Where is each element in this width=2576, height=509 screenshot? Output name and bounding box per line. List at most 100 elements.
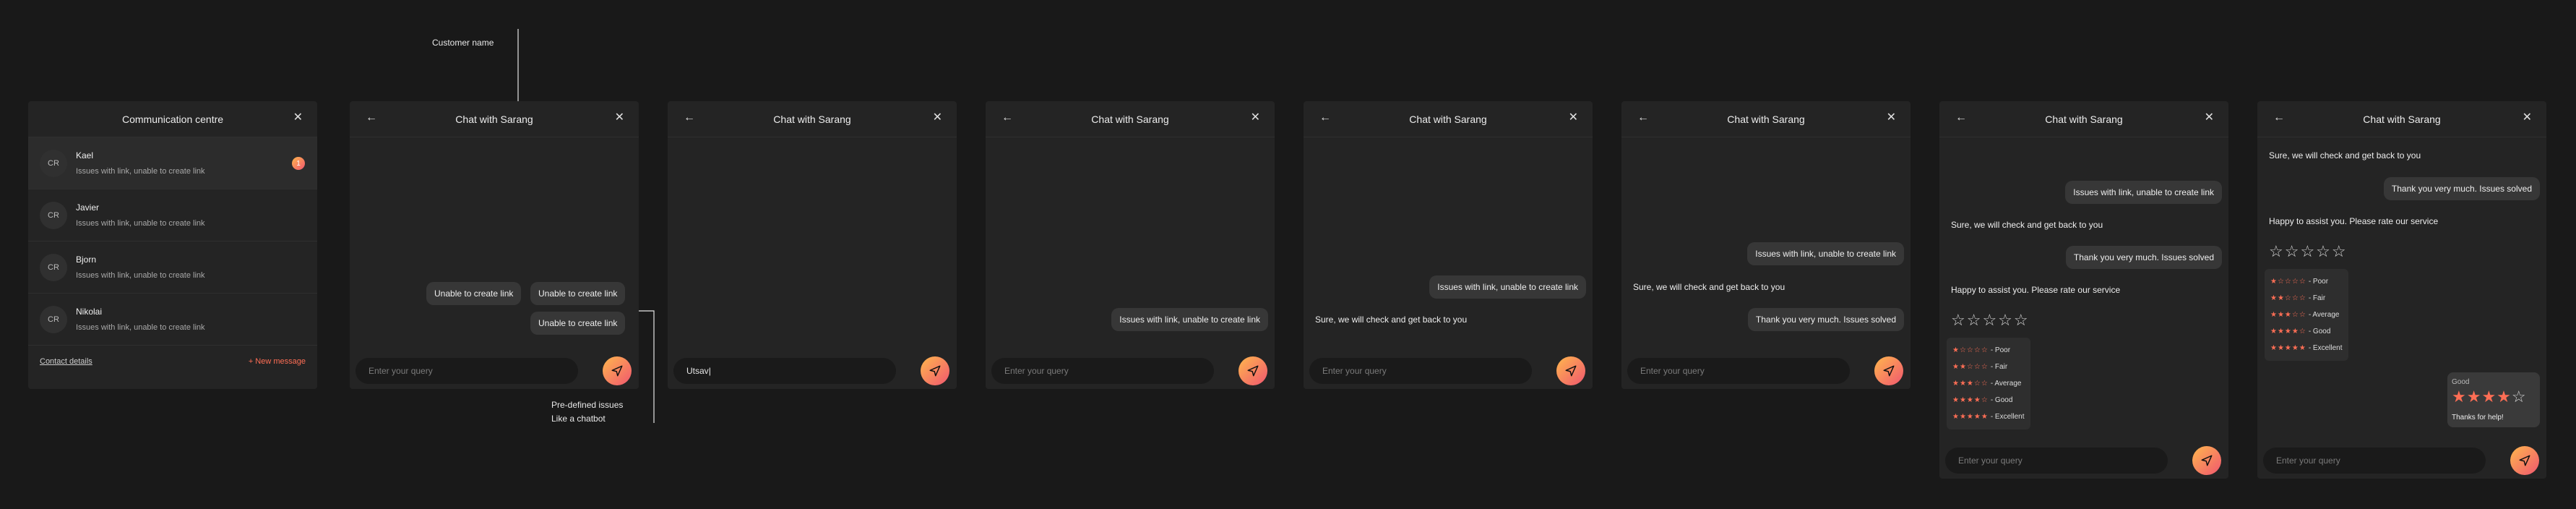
- close-icon[interactable]: ✕: [615, 110, 624, 124]
- rating-label: - Excellent: [2308, 344, 2343, 352]
- contact-row-bjorn[interactable]: CR Bjorn Issues with link, unable to cre…: [28, 241, 317, 294]
- close-icon[interactable]: ✕: [2523, 110, 2532, 124]
- send-icon: [2201, 455, 2213, 466]
- contact-details-link[interactable]: Contact details: [40, 357, 92, 366]
- query-input[interactable]: Enter your query: [1627, 358, 1850, 384]
- chat-footer: Enter your query: [1304, 353, 1593, 389]
- close-icon[interactable]: ✕: [933, 110, 942, 124]
- predefined-option[interactable]: Unable to create link: [530, 282, 626, 305]
- rating-label: - Excellent: [1990, 413, 2025, 421]
- back-arrow-icon[interactable]: ←: [1955, 111, 1967, 124]
- rating-label: - Good: [1990, 396, 2013, 404]
- contact-row-kael[interactable]: CR Kael Issues with link, unable to crea…: [28, 137, 317, 189]
- send-button[interactable]: [921, 356, 949, 385]
- contact-list: CR Kael Issues with link, unable to crea…: [28, 137, 317, 346]
- close-icon[interactable]: ✕: [1887, 110, 1896, 124]
- contact-row-javier[interactable]: CR Javier Issues with link, unable to cr…: [28, 189, 317, 241]
- query-input[interactable]: Enter your query: [1945, 448, 2168, 474]
- chat-panel-reply: ← Chat with Sarang ✕ Issues with link, u…: [1304, 101, 1593, 389]
- chat-footer: Enter your query: [986, 353, 1275, 389]
- chat-footer: Enter your query: [1621, 353, 1911, 389]
- query-input[interactable]: Utsav |: [673, 358, 896, 384]
- rating-option-4[interactable]: ★★★★☆ - Good: [1952, 392, 2025, 409]
- query-input[interactable]: Enter your query: [2263, 448, 2486, 474]
- rating-response-card: Good ★★★★☆ Thanks for help!: [2447, 372, 2540, 427]
- send-icon: [929, 365, 941, 377]
- communication-centre-panel: Communication centre ✕ CR Kael Issues wi…: [28, 101, 317, 389]
- send-button[interactable]: [2510, 446, 2539, 475]
- chat-panel-solved: ← Chat with Sarang ✕ Issues with link, u…: [1621, 101, 1911, 389]
- agent-message: Happy to assist you. Please rate our ser…: [1951, 285, 2121, 295]
- chat-body: Sure, we will check and get back to you …: [2257, 137, 2546, 442]
- canvas: Customer name Pre-defined issues Like a …: [0, 0, 2576, 509]
- rating-option-3[interactable]: ★★★☆☆ - Average: [1952, 375, 2025, 392]
- rating-label: - Good: [2308, 328, 2331, 335]
- contact-row-nikolai[interactable]: CR Nikolai Issues with link, unable to c…: [28, 294, 317, 346]
- query-input[interactable]: Enter your query: [1309, 358, 1532, 384]
- contact-message: Issues with link, unable to create link: [76, 271, 205, 280]
- send-icon: [1247, 365, 1259, 377]
- agent-message: Sure, we will check and get back to you: [1951, 220, 2103, 230]
- back-arrow-icon[interactable]: ←: [2273, 111, 2285, 124]
- rating-stars-input[interactable]: ☆☆☆☆☆: [2269, 242, 2348, 261]
- rating-option-5[interactable]: ★★★★★ - Excellent: [1952, 409, 2025, 425]
- rating-option-2[interactable]: ★★☆☆☆ - Fair: [1952, 359, 2025, 375]
- rating-stars: ★★★★★: [1952, 413, 1989, 421]
- predefined-option[interactable]: Unable to create link: [530, 312, 626, 335]
- query-input[interactable]: Enter your query: [356, 358, 578, 384]
- send-button[interactable]: [603, 356, 632, 385]
- chat-header: ← Chat with Sarang ✕: [1939, 101, 2228, 137]
- typed-text: Utsav: [686, 366, 709, 376]
- close-icon[interactable]: ✕: [1569, 110, 1578, 124]
- back-arrow-icon[interactable]: ←: [1319, 111, 1331, 124]
- rating-stars: ★☆☆☆☆: [2270, 278, 2306, 286]
- user-message: Thank you very much. Issues solved: [2065, 246, 2222, 269]
- send-icon: [1565, 365, 1577, 377]
- chat-body: Unable to create link Unable to create l…: [350, 137, 639, 353]
- chat-footer: Enter your query: [1939, 442, 2228, 479]
- close-icon[interactable]: ✕: [2205, 110, 2214, 124]
- unread-badge: 1: [292, 157, 305, 170]
- send-button[interactable]: [1239, 356, 1267, 385]
- back-arrow-icon[interactable]: ←: [366, 111, 377, 124]
- rating-option-1[interactable]: ★☆☆☆☆ - Poor: [2270, 273, 2343, 290]
- chat-title: Chat with Sarang: [773, 113, 851, 125]
- chat-footer: Enter your query: [350, 353, 639, 389]
- user-message: Issues with link, unable to create link: [2065, 181, 2222, 204]
- user-message: Thank you very much. Issues solved: [1747, 308, 1904, 331]
- send-button[interactable]: [2192, 446, 2221, 475]
- user-message: Issues with link, unable to create link: [1111, 308, 1268, 331]
- send-button[interactable]: [1556, 356, 1585, 385]
- rating-stars: ★★★★☆: [1952, 396, 1989, 404]
- rating-stars: ★★★★☆: [2270, 328, 2306, 335]
- rating-label: - Fair: [2308, 294, 2326, 302]
- chat-title: Chat with Sarang: [2363, 113, 2441, 125]
- avatar: CR: [40, 253, 67, 281]
- new-message-button[interactable]: + New message: [249, 357, 306, 366]
- panel-header: Communication centre ✕: [28, 101, 317, 137]
- panel-title: Communication centre: [121, 113, 224, 125]
- contact-message: Issues with link, unable to create link: [76, 167, 205, 176]
- back-arrow-icon[interactable]: ←: [1001, 111, 1013, 124]
- rating-options-list: ★☆☆☆☆ - Poor ★★☆☆☆ - Fair ★★★☆☆ - Average ★…: [1947, 338, 2030, 429]
- agent-message: Sure, we will check and get back to you: [1633, 282, 1785, 292]
- predefined-option[interactable]: Unable to create link: [426, 282, 522, 305]
- rating-option-1[interactable]: ★☆☆☆☆ - Poor: [1952, 342, 2025, 359]
- panel-footer: Contact details + New message: [28, 346, 317, 377]
- back-arrow-icon[interactable]: ←: [1637, 111, 1649, 124]
- rating-option-5[interactable]: ★★★★★ - Excellent: [2270, 340, 2343, 356]
- back-arrow-icon[interactable]: ←: [684, 111, 695, 124]
- rating-option-3[interactable]: ★★★☆☆ - Average: [2270, 307, 2343, 323]
- chat-header: ← Chat with Sarang ✕: [1621, 101, 1911, 137]
- close-icon[interactable]: ✕: [1251, 110, 1260, 124]
- close-icon[interactable]: ✕: [293, 110, 303, 124]
- rating-stars-input[interactable]: ☆☆☆☆☆: [1951, 311, 2030, 330]
- rating-option-4[interactable]: ★★★★☆ - Good: [2270, 323, 2343, 340]
- rating-option-2[interactable]: ★★☆☆☆ - Fair: [2270, 290, 2343, 307]
- query-input[interactable]: Enter your query: [991, 358, 1214, 384]
- send-button[interactable]: [1874, 356, 1903, 385]
- chat-footer: Enter your query: [2257, 442, 2546, 479]
- contact-name: Bjorn: [76, 254, 97, 265]
- chat-title: Chat with Sarang: [2045, 113, 2123, 125]
- chat-footer: Utsav |: [668, 353, 957, 389]
